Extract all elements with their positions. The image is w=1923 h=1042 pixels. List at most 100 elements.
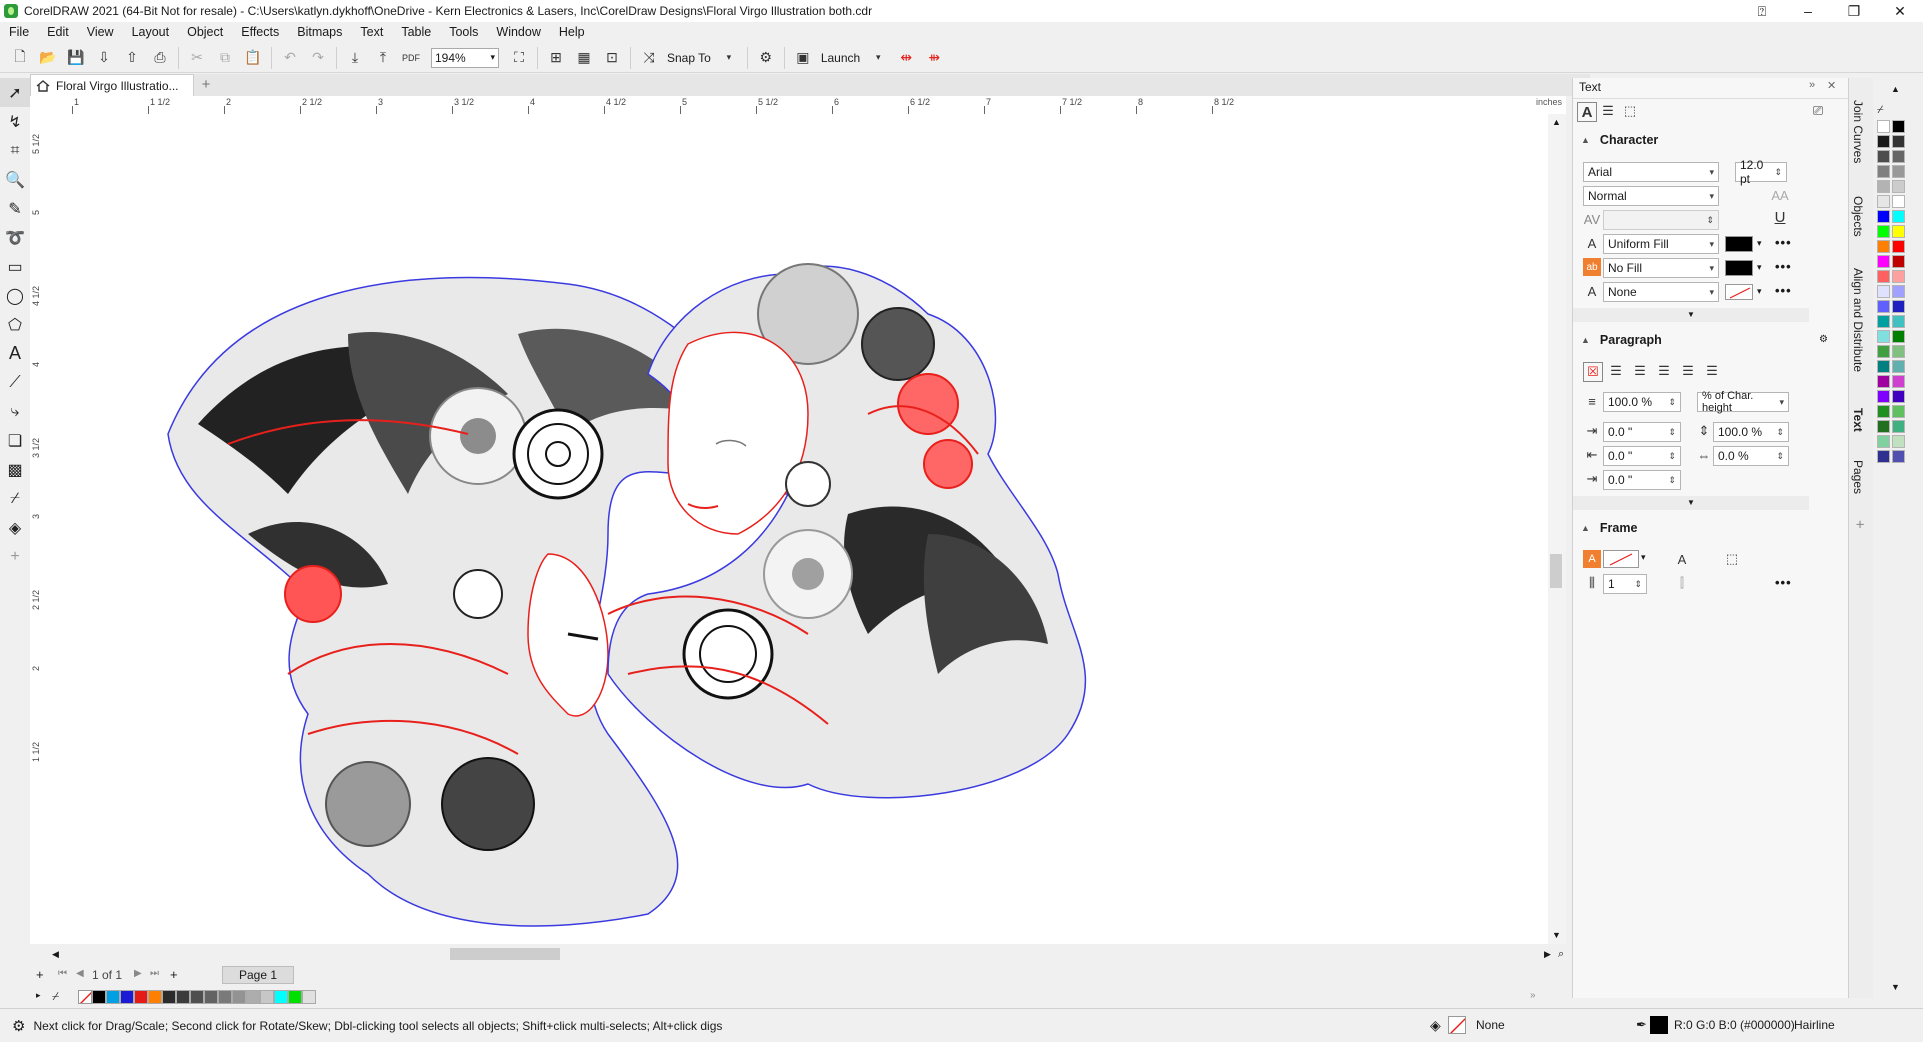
palette-swatch[interactable] [1892,330,1905,343]
minimize-button[interactable]: – [1785,0,1831,22]
background-color-chevron-icon[interactable]: ▾ [1757,262,1762,273]
palette-swatch[interactable] [1877,300,1890,313]
no-alignment-icon[interactable]: ☒ [1583,362,1603,382]
palette-swatch[interactable] [246,990,260,1004]
palette-swatch[interactable] [1892,135,1905,148]
palette-scroll-icon[interactable]: » [1530,990,1536,1001]
palette-swatch[interactable] [1877,375,1890,388]
frame-fit-icon[interactable]: ⬚ [1723,550,1741,568]
menu-tools[interactable]: Tools [440,25,487,39]
palette-swatch[interactable] [1892,360,1905,373]
palette-swatch[interactable] [1877,135,1890,148]
frame-tab-icon[interactable]: ⬚ [1621,102,1639,120]
menu-edit[interactable]: Edit [38,25,78,39]
palette-swatch[interactable] [1877,165,1890,178]
palette-swatch[interactable] [1877,180,1890,193]
palette-swatch[interactable] [1877,255,1890,268]
horizontal-scroll-thumb[interactable] [450,948,560,960]
paste-icon[interactable]: 📋 [242,47,264,69]
laser-icon[interactable]: ⇹ [895,47,917,69]
menu-layout[interactable]: Layout [123,25,179,39]
fill-color-chevron-icon[interactable]: ▾ [1757,238,1762,249]
undo-icon[interactable]: ↶ [279,47,301,69]
left-indent-field[interactable]: 0.0 " ⇕ [1603,446,1681,466]
word-spacing-field[interactable]: 0.0 % ⇕ [1713,446,1789,466]
palette-swatch[interactable] [1877,450,1890,463]
palette-swatch[interactable] [1877,225,1890,238]
palette-swatch[interactable] [1877,420,1890,433]
vertical-alignment-icon[interactable]: A [1673,550,1691,568]
next-page-icon[interactable]: ▶ [134,968,142,979]
palette-swatch[interactable] [1892,420,1905,433]
zoom-tool-icon[interactable]: 🔍 [0,165,30,194]
vertical-ruler[interactable]: 5 1/2 5 4 1/2 4 3 1/2 3 2 1/2 2 1 1/2 [30,114,49,944]
palette-swatch[interactable] [204,990,218,1004]
palette-swatch[interactable] [1877,330,1890,343]
scroll-up-icon[interactable]: ▲ [1552,117,1561,127]
show-guidelines-icon[interactable]: ⊡ [601,47,623,69]
menu-file[interactable]: File [0,25,38,39]
palette-up-icon[interactable]: ▲ [1891,84,1900,94]
palette-swatch[interactable] [1892,270,1905,283]
palette-swatch[interactable] [1877,345,1890,358]
frame-more-icon[interactable]: ••• [1775,575,1792,590]
background-color-swatch[interactable] [1725,260,1753,276]
font-family-dropdown[interactable]: Arial ▾ [1583,162,1719,182]
cloud-download-icon[interactable]: ⇩ [93,47,115,69]
palette-swatch[interactable] [232,990,246,1004]
palette-swatch[interactable] [1877,120,1890,133]
close-button[interactable]: ✕ [1877,0,1923,22]
underline-icon[interactable]: U [1771,208,1789,226]
add-docker-icon[interactable]: + [1851,520,1868,529]
palette-swatch[interactable] [1892,345,1905,358]
eyedropper-tool-icon[interactable]: ⌿ [0,484,30,513]
palette-swatch[interactable] [1877,390,1890,403]
docker-expand-icon[interactable]: » [1809,79,1815,91]
frame-section-header[interactable]: ▲ Frame [1573,516,1857,540]
palette-swatch[interactable] [1877,285,1890,298]
font-size-change-icon[interactable]: AA [1771,186,1789,204]
character-expand-icon[interactable]: ▼ [1573,308,1809,322]
palette-swatch[interactable] [1892,165,1905,178]
palette-swatch[interactable] [1877,435,1890,448]
show-grid-icon[interactable]: ▦ [573,47,595,69]
palette-swatch[interactable] [176,990,190,1004]
vertical-scrollbar[interactable]: ▲ ▼ [1548,114,1566,944]
frame-background-chevron-icon[interactable]: ▾ [1641,552,1646,563]
menu-help[interactable]: Help [550,25,594,39]
tab-objects[interactable]: Objects [1851,196,1865,237]
palette-swatch[interactable] [1877,270,1890,283]
tab-align-and-distribute[interactable]: Align and Distribute [1851,268,1865,372]
palette-swatch[interactable] [120,990,134,1004]
previous-page-icon[interactable]: ◀ [76,968,84,979]
rectangle-tool-icon[interactable]: ▭ [0,252,30,281]
menu-table[interactable]: Table [392,25,440,39]
palette-swatch[interactable] [1892,240,1905,253]
horizontal-scrollbar[interactable]: ◀ ▶ ⌕ [30,944,1566,964]
fill-more-icon[interactable]: ••• [1775,235,1792,250]
character-tab-icon[interactable]: A [1577,102,1597,122]
background-more-icon[interactable]: ••• [1775,259,1792,274]
import-icon[interactable]: ⤓ [344,47,366,69]
palette-swatch[interactable] [274,990,288,1004]
fill-color-swatch[interactable] [1725,236,1753,252]
tab-text[interactable]: Text [1851,408,1865,432]
character-spacing-field[interactable]: 100.0 % ⇕ [1713,422,1789,442]
ellipse-tool-icon[interactable]: ◯ [0,281,30,310]
horizontal-ruler[interactable]: 1 1 1/2 2 2 1/2 3 3 1/2 4 4 1/2 5 5 1/2 6 6 1/2 7 7 1… [48,96,1566,115]
columns-field[interactable]: 1 ⇕ [1603,574,1647,594]
pick-tool-icon[interactable]: ➚ [0,78,30,107]
palette-swatch[interactable] [1877,210,1890,223]
outline-color-swatch-docker[interactable] [1725,284,1753,300]
menu-bitmaps[interactable]: Bitmaps [288,25,351,39]
palette-swatch[interactable] [1892,375,1905,388]
tab-pages[interactable]: Pages [1851,460,1865,494]
palette-swatch[interactable] [302,990,316,1004]
paragraph-tab-icon[interactable]: ☰ [1599,102,1617,120]
align-center-icon[interactable]: ☰ [1631,362,1649,380]
palette-swatch[interactable] [1877,315,1890,328]
new-document-icon[interactable]: 🗋 [9,47,31,69]
first-page-icon[interactable]: ⏮ [58,968,67,979]
export-icon[interactable]: ⤒ [372,47,394,69]
redo-icon[interactable]: ↷ [307,47,329,69]
